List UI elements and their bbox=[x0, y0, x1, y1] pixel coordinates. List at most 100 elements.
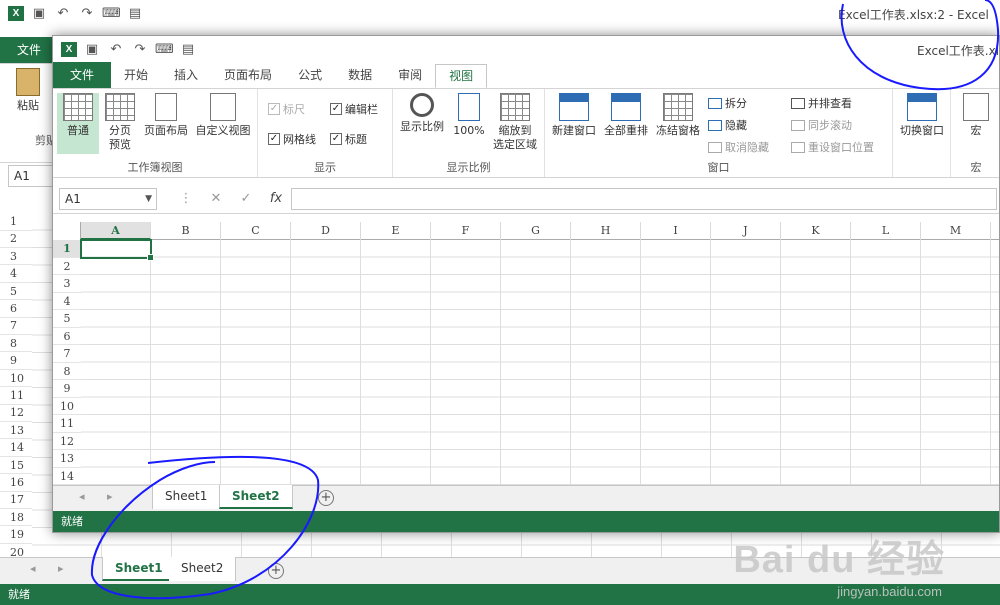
synchronous-scrolling-button[interactable]: 同步滚动 bbox=[791, 117, 852, 133]
active-cell-a1[interactable] bbox=[80, 239, 154, 260]
row-header-9[interactable]: 9 bbox=[0, 352, 32, 370]
chevron-down-icon[interactable]: ▼ bbox=[145, 189, 152, 209]
ruler-checkbox[interactable]: ✓ 标尺 bbox=[268, 101, 305, 117]
row-header-15[interactable]: 15 bbox=[0, 457, 32, 475]
prev-sheet-icon[interactable]: ◂ bbox=[79, 490, 85, 503]
row-header-1[interactable]: 1 bbox=[0, 213, 32, 231]
next-sheet-icon[interactable]: ▸ bbox=[107, 490, 113, 503]
page-break-preview-button[interactable]: 分页 预览 bbox=[101, 93, 139, 152]
add-sheet-icon[interactable]: + bbox=[318, 490, 334, 506]
sheet-tab-sheet1[interactable]: Sheet1 bbox=[102, 557, 176, 581]
redo-icon[interactable]: ↷ bbox=[131, 42, 149, 57]
new-window-button[interactable]: 新建窗口 bbox=[549, 93, 599, 138]
page-layout-button[interactable]: 页面布局 bbox=[140, 93, 192, 138]
row-header-19[interactable]: 19 bbox=[0, 526, 32, 544]
arrange-all-button[interactable]: 全部重排 bbox=[601, 93, 651, 138]
formula-bar-checkbox[interactable]: ✓ 编辑栏 bbox=[330, 101, 378, 117]
row-header-12[interactable]: 12 bbox=[53, 433, 81, 450]
row-header-13[interactable]: 13 bbox=[0, 422, 32, 440]
row-header-2[interactable]: 2 bbox=[0, 230, 32, 248]
freeze-panes-button[interactable]: 冻结窗格 bbox=[653, 93, 703, 138]
tab-review[interactable]: 审阅 bbox=[385, 64, 435, 88]
column-header-c[interactable]: C bbox=[221, 222, 291, 240]
row-header-9[interactable]: 9 bbox=[53, 380, 81, 398]
normal-view-button[interactable]: 普通 bbox=[57, 93, 99, 154]
column-header-k[interactable]: K bbox=[781, 222, 851, 240]
add-sheet-icon[interactable]: + bbox=[268, 563, 284, 579]
view-icon[interactable]: ▤ bbox=[179, 42, 197, 57]
split-button[interactable]: 拆分 bbox=[708, 95, 747, 111]
row-header-7[interactable]: 7 bbox=[53, 345, 81, 363]
column-header-a[interactable]: A bbox=[81, 222, 151, 240]
select-all-corner[interactable] bbox=[53, 222, 81, 240]
next-sheet-icon[interactable]: ▸ bbox=[58, 562, 64, 575]
tab-page-layout[interactable]: 页面布局 bbox=[211, 64, 285, 88]
row-header-8[interactable]: 8 bbox=[53, 363, 81, 380]
row-header-17[interactable]: 17 bbox=[0, 491, 32, 509]
row-header-6[interactable]: 6 bbox=[53, 328, 81, 345]
zoom-to-selection-button[interactable]: 缩放到 选定区域 bbox=[489, 93, 541, 152]
column-header-l[interactable]: L bbox=[851, 222, 921, 240]
row-header-3[interactable]: 3 bbox=[53, 275, 81, 293]
paste-button[interactable]: 粘贴 bbox=[8, 68, 48, 113]
undo-icon[interactable]: ↶ bbox=[107, 42, 125, 57]
column-header-h[interactable]: H bbox=[571, 222, 641, 240]
row-header-1[interactable]: 1 bbox=[53, 240, 81, 258]
prev-sheet-icon[interactable]: ◂ bbox=[30, 562, 36, 575]
enter-icon[interactable]: ✓ bbox=[231, 191, 261, 206]
touch-mode-icon[interactable]: ⌨ bbox=[102, 6, 121, 21]
row-header-6[interactable]: 6 bbox=[0, 300, 32, 318]
row-header-3[interactable]: 3 bbox=[0, 248, 32, 266]
switch-windows-button[interactable]: 切换窗口 bbox=[895, 93, 949, 138]
save-icon[interactable]: ▣ bbox=[30, 6, 48, 21]
tab-formulas[interactable]: 公式 bbox=[285, 64, 335, 88]
column-header-j[interactable]: J bbox=[711, 222, 781, 240]
insert-function-icon[interactable]: fx bbox=[261, 191, 291, 206]
cell-area[interactable] bbox=[81, 240, 999, 485]
row-header-2[interactable]: 2 bbox=[53, 258, 81, 275]
row-header-11[interactable]: 11 bbox=[0, 387, 32, 405]
row-header-13[interactable]: 13 bbox=[53, 450, 81, 468]
row-header-4[interactable]: 4 bbox=[53, 293, 81, 310]
save-icon[interactable]: ▣ bbox=[83, 42, 101, 57]
row-header-10[interactable]: 10 bbox=[53, 398, 81, 415]
headings-checkbox[interactable]: ✓ 标题 bbox=[330, 131, 367, 147]
custom-views-button[interactable]: 自定义视图 bbox=[193, 93, 253, 138]
view-icon[interactable]: ▤ bbox=[126, 6, 144, 21]
tab-view[interactable]: 视图 bbox=[435, 64, 488, 88]
formula-input[interactable] bbox=[291, 187, 997, 210]
gridlines-checkbox[interactable]: ✓ 网格线 bbox=[268, 131, 316, 147]
sheet-tab-sheet1[interactable]: Sheet1 bbox=[152, 485, 221, 509]
column-header-e[interactable]: E bbox=[361, 222, 431, 240]
name-box[interactable]: A1 ▼ bbox=[59, 187, 157, 210]
excel-window-front[interactable]: X ▣ ↶ ↷ ⌨ ▤ Excel工作表.xlsx:1 - Excel 文件 开… bbox=[52, 35, 1000, 533]
sheet-tab-sheet2[interactable]: Sheet2 bbox=[169, 557, 237, 581]
column-header-g[interactable]: G bbox=[501, 222, 571, 240]
touch-mode-icon[interactable]: ⌨ bbox=[155, 42, 174, 57]
redo-icon[interactable]: ↷ bbox=[78, 6, 96, 21]
unhide-button[interactable]: 取消隐藏 bbox=[708, 139, 769, 155]
tab-file[interactable]: 文件 bbox=[53, 62, 112, 88]
tab-data[interactable]: 数据 bbox=[335, 64, 385, 88]
row-header-5[interactable]: 5 bbox=[53, 310, 81, 328]
column-header-d[interactable]: D bbox=[291, 222, 361, 240]
zoom-100-button[interactable]: 100% bbox=[449, 93, 489, 138]
row-header-10[interactable]: 10 bbox=[0, 370, 32, 388]
column-header-i[interactable]: I bbox=[641, 222, 711, 240]
name-box[interactable]: A1 bbox=[8, 165, 53, 187]
column-header-f[interactable]: F bbox=[431, 222, 501, 240]
row-header-7[interactable]: 7 bbox=[0, 317, 32, 335]
row-header-5[interactable]: 5 bbox=[0, 283, 32, 301]
view-side-by-side-button[interactable]: 并排查看 bbox=[791, 95, 852, 111]
cancel-icon[interactable]: ✕ bbox=[201, 191, 231, 206]
row-header-11[interactable]: 11 bbox=[53, 415, 81, 433]
row-header-16[interactable]: 16 bbox=[0, 474, 32, 492]
tab-insert[interactable]: 插入 bbox=[161, 64, 211, 88]
zoom-button[interactable]: 显示比例 bbox=[397, 93, 447, 134]
sheet-tab-sheet2[interactable]: Sheet2 bbox=[219, 485, 293, 509]
row-header-4[interactable]: 4 bbox=[0, 265, 32, 283]
reset-window-position-button[interactable]: 重设窗口位置 bbox=[791, 139, 874, 155]
tab-file[interactable]: 文件 bbox=[0, 37, 59, 63]
row-header-8[interactable]: 8 bbox=[0, 335, 32, 353]
row-header-14[interactable]: 14 bbox=[0, 439, 32, 457]
